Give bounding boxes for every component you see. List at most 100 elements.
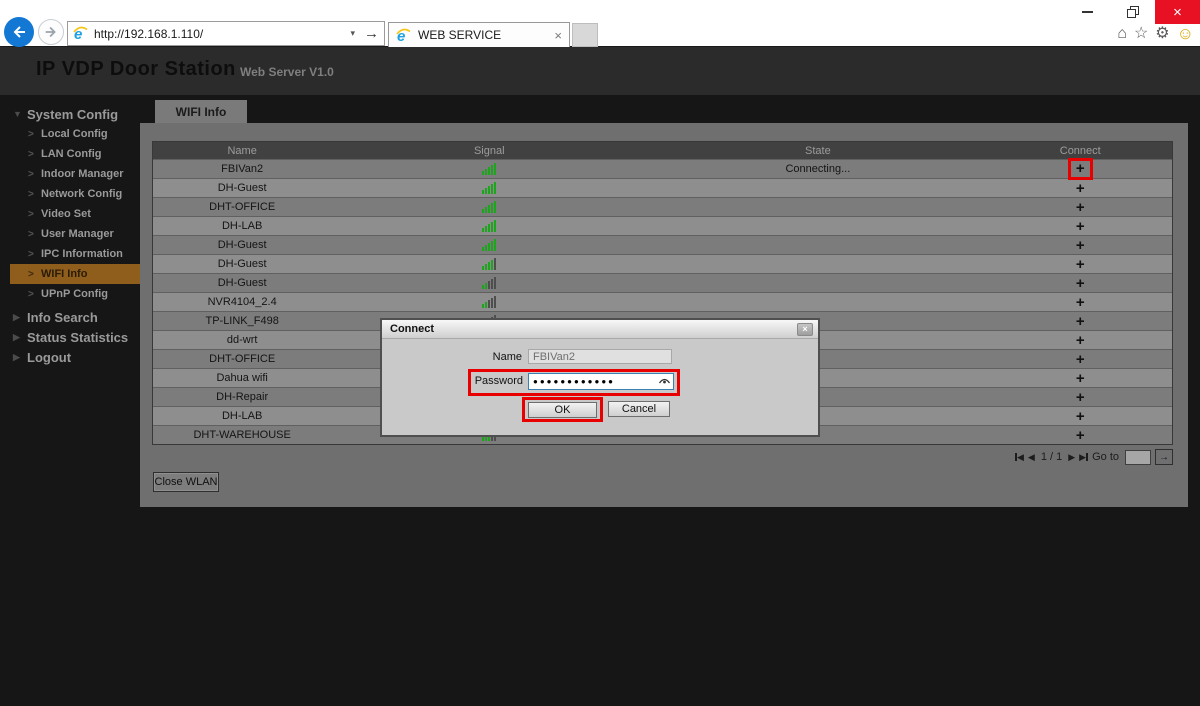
prev-page-button[interactable]: ◀ bbox=[1028, 452, 1035, 462]
connect-button[interactable]: + bbox=[1076, 257, 1085, 272]
password-field[interactable] bbox=[528, 373, 674, 390]
table-row: DH-Guest + bbox=[153, 273, 1172, 292]
connect-button[interactable]: + bbox=[1076, 409, 1085, 424]
chevron-right-icon: ▶ bbox=[13, 351, 20, 362]
network-name-field[interactable] bbox=[528, 349, 672, 364]
last-page-button[interactable]: ▶ bbox=[1079, 452, 1089, 462]
close-tab-icon[interactable]: × bbox=[554, 28, 562, 43]
minimize-button[interactable] bbox=[1065, 0, 1110, 24]
close-wlan-button[interactable]: Close WLAN bbox=[153, 472, 219, 492]
signal-bars-icon bbox=[482, 296, 497, 308]
sidebar-section-status-statistics[interactable]: ▶ Status Statistics bbox=[0, 327, 140, 347]
signal-bars-icon bbox=[482, 163, 497, 175]
connect-button[interactable]: + bbox=[1076, 200, 1085, 215]
connect-button[interactable]: + bbox=[1076, 333, 1085, 348]
sidebar-item-label: Video Set bbox=[41, 208, 91, 220]
reveal-password-icon[interactable] bbox=[659, 378, 670, 386]
tab-wifi-info[interactable]: WIFI Info bbox=[155, 100, 247, 123]
sidebar-item-local-config[interactable]: > Local Config bbox=[0, 124, 140, 144]
connect-dialog: Connect × Name Password OK Cancel bbox=[380, 318, 820, 437]
name-label: Name bbox=[492, 351, 522, 363]
connect-button[interactable]: + bbox=[1076, 161, 1085, 176]
address-bar[interactable]: e http://192.168.1.110/ ▾ → bbox=[67, 21, 385, 46]
page-title: IP VDP Door Station bbox=[36, 58, 236, 80]
connect-button[interactable]: + bbox=[1076, 371, 1085, 386]
sidebar-item-user-manager[interactable]: > User Manager bbox=[0, 224, 140, 244]
wifi-name: NVR4104_2.4 bbox=[207, 296, 277, 308]
gear-icon[interactable]: ⚙ bbox=[1155, 25, 1169, 42]
dialog-body: Name Password OK Cancel bbox=[382, 339, 818, 437]
sidebar-item-label: WIFI Info bbox=[41, 268, 88, 280]
back-button[interactable] bbox=[4, 17, 34, 47]
sidebar-section-logout[interactable]: ▶ Logout bbox=[0, 347, 140, 367]
favorites-star-icon[interactable]: ☆ bbox=[1134, 25, 1148, 42]
highlight-box: + bbox=[1067, 158, 1093, 180]
wifi-state bbox=[647, 217, 988, 235]
ie-icon: e bbox=[73, 26, 88, 41]
goto-page-button[interactable]: → bbox=[1155, 449, 1173, 465]
restore-button[interactable] bbox=[1110, 0, 1155, 24]
sidebar-section-label: Status Statistics bbox=[27, 329, 129, 345]
first-page-icon: ◀ bbox=[1017, 451, 1024, 462]
forward-button[interactable] bbox=[38, 19, 64, 45]
main-content: WIFI Info Name Signal State Connect FBIV… bbox=[140, 95, 1188, 507]
table-row: DHT-OFFICE + bbox=[153, 197, 1172, 216]
chevron-right-icon: ▶ bbox=[13, 331, 20, 342]
wifi-name: DHT-OFFICE bbox=[209, 353, 276, 365]
autocomplete-dropdown-icon[interactable]: ▾ bbox=[350, 28, 355, 39]
close-window-button[interactable]: × bbox=[1155, 0, 1200, 24]
new-tab-button[interactable] bbox=[572, 23, 598, 47]
connect-button[interactable]: + bbox=[1076, 238, 1085, 253]
wifi-state: Connecting... bbox=[785, 163, 851, 175]
chevron-down-icon: ▼ bbox=[13, 109, 22, 119]
chevron-right-icon: > bbox=[28, 148, 34, 160]
sidebar-item-label: Local Config bbox=[41, 128, 108, 140]
app-header: IP VDP Door Station Web Server V1.0 bbox=[0, 47, 1200, 95]
browser-tab[interactable]: e WEB SERVICE × bbox=[388, 22, 570, 47]
sidebar-section-system-config[interactable]: ▼ System Config bbox=[0, 104, 140, 124]
sidebar-item-upnp-config[interactable]: > UPnP Config bbox=[0, 284, 140, 304]
sidebar-item-wifi-info[interactable]: > WIFI Info bbox=[10, 264, 140, 284]
connect-button[interactable]: + bbox=[1076, 314, 1085, 329]
chevron-right-icon: > bbox=[28, 208, 34, 220]
wifi-name: DH-LAB bbox=[221, 220, 263, 232]
next-page-button[interactable]: ▶ bbox=[1068, 452, 1075, 462]
connect-button[interactable]: + bbox=[1076, 181, 1085, 196]
sidebar-item-video-set[interactable]: > Video Set bbox=[0, 204, 140, 224]
sidebar-section-info-search[interactable]: ▶ Info Search bbox=[0, 307, 140, 327]
close-icon: × bbox=[1173, 3, 1182, 21]
chevron-right-icon: > bbox=[28, 268, 34, 280]
ok-button[interactable]: OK bbox=[528, 401, 597, 418]
window-controls: × bbox=[1065, 0, 1200, 24]
connect-button[interactable]: + bbox=[1076, 219, 1085, 234]
smiley-feedback-icon[interactable]: ☺ bbox=[1177, 25, 1194, 42]
forward-arrow-icon bbox=[45, 26, 56, 38]
sidebar-section-label: Info Search bbox=[27, 309, 98, 325]
dialog-close-button[interactable]: × bbox=[797, 322, 813, 336]
connect-button[interactable]: + bbox=[1076, 276, 1085, 291]
sidebar-section-label: System Config bbox=[27, 106, 119, 122]
sidebar-item-ipc-information[interactable]: > IPC Information bbox=[0, 244, 140, 264]
connect-button[interactable]: + bbox=[1076, 390, 1085, 405]
go-icon[interactable]: → bbox=[364, 26, 379, 41]
password-field-wrap bbox=[528, 373, 674, 390]
wifi-state bbox=[647, 255, 988, 273]
sidebar-item-network-config[interactable]: > Network Config bbox=[0, 184, 140, 204]
connect-button[interactable]: + bbox=[1076, 295, 1085, 310]
dialog-title: Connect bbox=[390, 323, 434, 335]
goto-page-input[interactable] bbox=[1125, 449, 1151, 465]
connect-button[interactable]: + bbox=[1076, 428, 1085, 443]
home-icon[interactable]: ⌂ bbox=[1117, 25, 1127, 42]
url-text: http://192.168.1.110/ bbox=[94, 26, 204, 41]
page-subtitle: Web Server V1.0 bbox=[240, 65, 334, 79]
sidebar-item-indoor-manager[interactable]: > Indoor Manager bbox=[0, 164, 140, 184]
table-row: DH-LAB + bbox=[153, 216, 1172, 235]
sidebar-item-lan-config[interactable]: > LAN Config bbox=[0, 144, 140, 164]
wifi-state bbox=[647, 274, 988, 292]
connect-button[interactable]: + bbox=[1076, 352, 1085, 367]
wifi-name: DHT-OFFICE bbox=[209, 201, 276, 213]
goto-label: Go to bbox=[1092, 451, 1119, 463]
first-page-button[interactable]: ◀ bbox=[1015, 451, 1024, 462]
table-row: FBIVan2 Connecting... + bbox=[153, 158, 1172, 180]
cancel-button[interactable]: Cancel bbox=[608, 401, 670, 417]
